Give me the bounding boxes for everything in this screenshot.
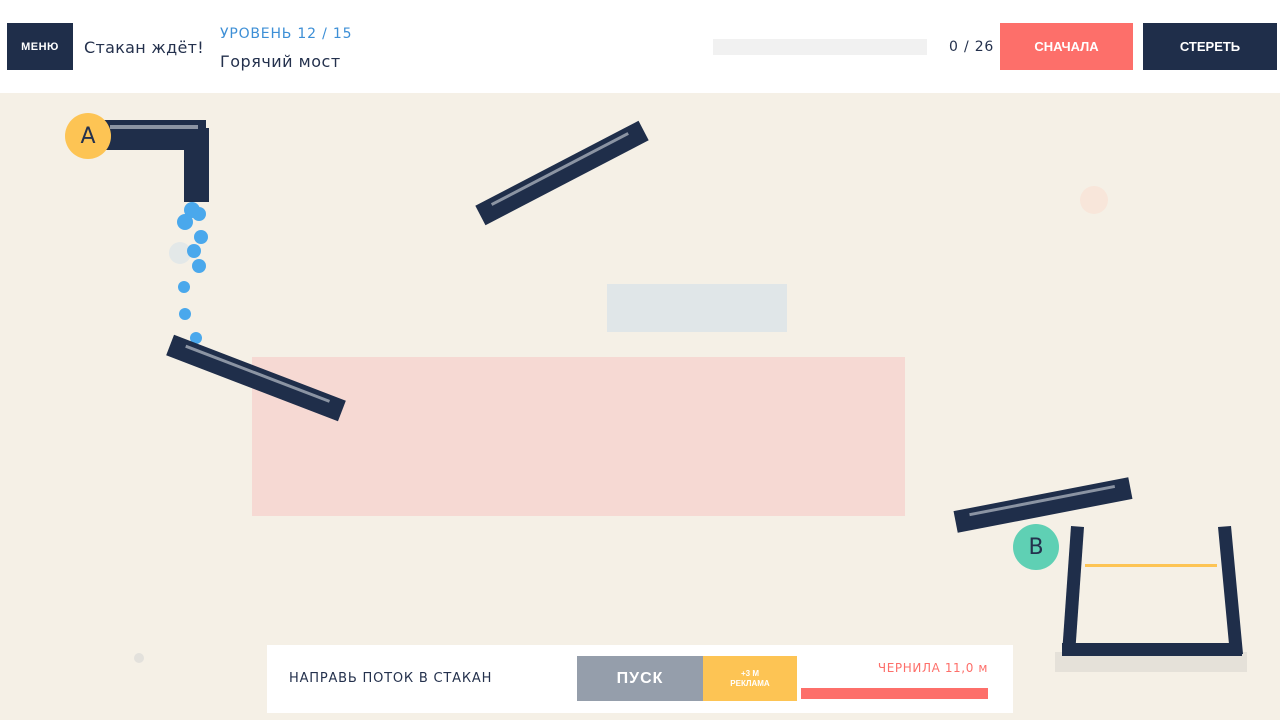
level-indicator: УРОВЕНЬ 12 / 15: [220, 26, 353, 42]
water-drop: [194, 230, 208, 244]
background-dot: [1080, 186, 1108, 214]
game-field[interactable]: A B: [0, 93, 1280, 720]
control-panel: НАПРАВЬ ПОТОК В СТАКАН ПУСК +3 М РЕКЛАМА…: [267, 645, 1013, 713]
water-drop: [187, 244, 201, 258]
target-cup: [1055, 526, 1247, 672]
objective-hint: НАПРАВЬ ПОТОК В СТАКАН: [289, 671, 493, 686]
status-text: Стакан ждёт!: [84, 38, 204, 57]
cup-left-wall: [1062, 526, 1084, 655]
cup-bottom: [1062, 643, 1242, 656]
water-drop: [179, 308, 191, 320]
cup-right-wall: [1218, 526, 1243, 655]
level-title: Горячий мост: [220, 52, 341, 71]
cold-zone: [607, 284, 787, 332]
water-drop: [177, 214, 193, 230]
ad-bonus-amount: +3 М: [740, 668, 759, 678]
drop-counter: 0 / 26: [949, 39, 995, 55]
goal-marker: B: [1013, 524, 1059, 570]
top-bar: МЕНЮ Стакан ждёт! УРОВЕНЬ 12 / 15 Горячи…: [0, 0, 1280, 93]
play-button[interactable]: ПУСК: [577, 656, 703, 701]
cup-fill-line: [1085, 564, 1217, 567]
ink-label: ЧЕРНИЛА 11,0 м: [877, 661, 988, 675]
hot-zone: [252, 357, 905, 516]
fill-progress-bar: [713, 39, 927, 55]
ad-bonus-button[interactable]: +3 М РЕКЛАМА: [703, 656, 797, 701]
erase-button[interactable]: СТЕРЕТЬ: [1143, 23, 1277, 70]
background-dot: [134, 653, 144, 663]
restart-button[interactable]: СНАЧАЛА: [1000, 23, 1133, 70]
ad-bonus-label: РЕКЛАМА: [730, 678, 770, 688]
water-drop: [178, 281, 190, 293]
menu-button[interactable]: МЕНЮ: [7, 23, 73, 70]
ink-meter: [801, 688, 988, 699]
water-drop: [192, 259, 206, 273]
platform: [475, 120, 649, 226]
water-drop: [192, 207, 206, 221]
water-stream: [177, 202, 208, 344]
start-marker: A: [65, 113, 111, 159]
ink-meter-fill: [801, 688, 988, 699]
water-spout: [95, 120, 209, 202]
game-canvas[interactable]: [0, 93, 1280, 720]
